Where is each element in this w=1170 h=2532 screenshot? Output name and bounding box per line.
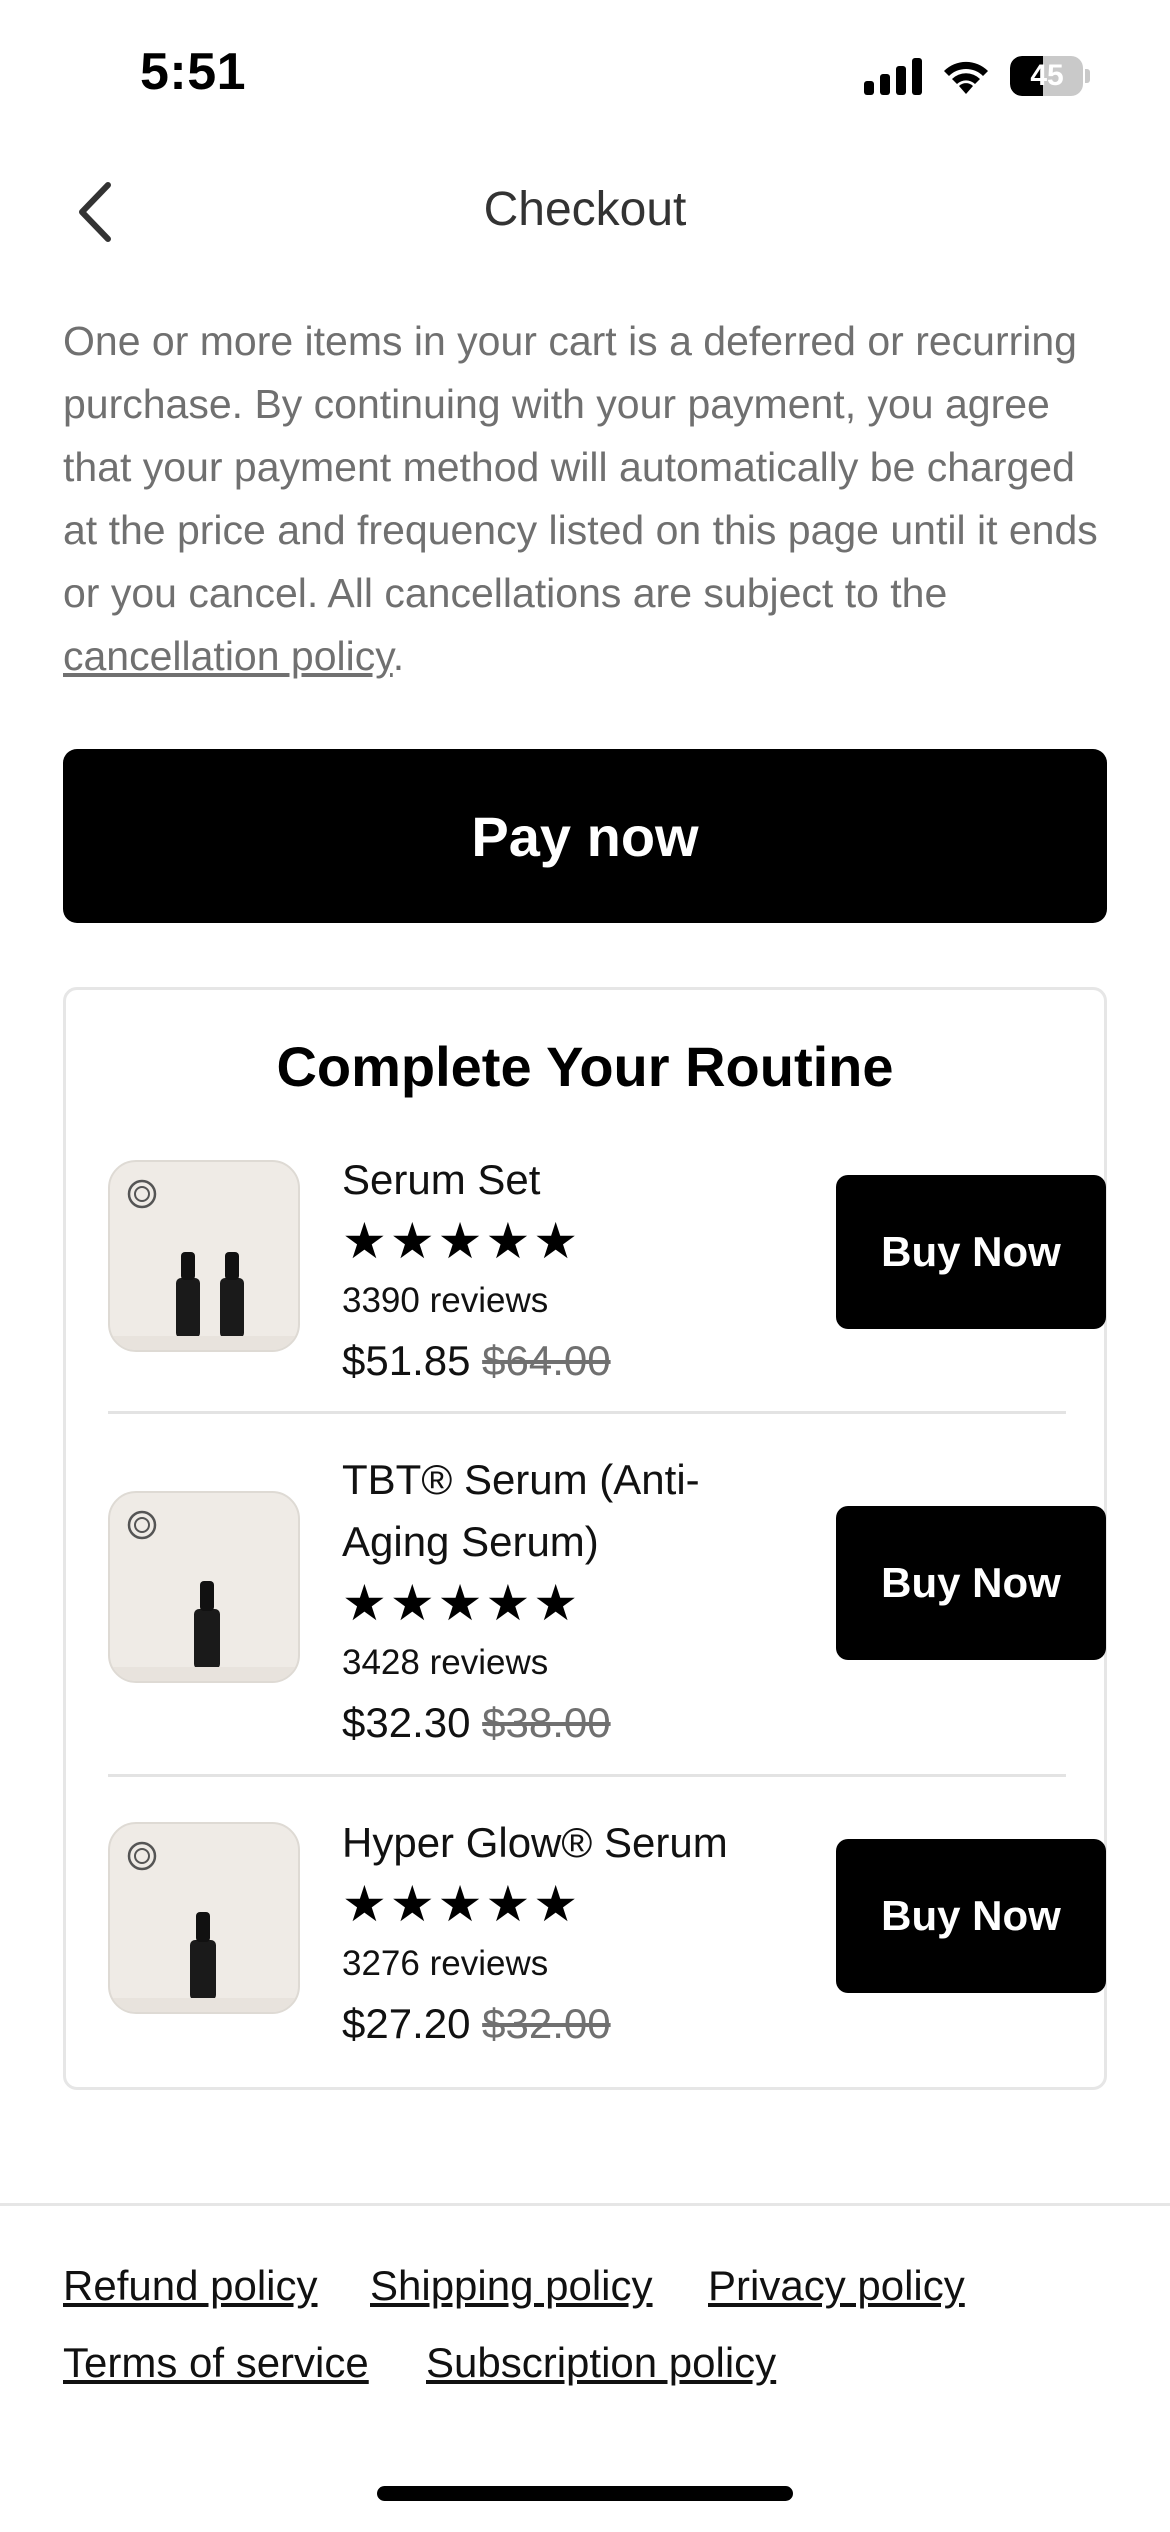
product-row-tbt-serum: TBT® Serum (Anti-Aging Serum) ★★★★★ 3428… (108, 1449, 1106, 1746)
terms-of-service-link[interactable]: Terms of service (63, 2339, 369, 2387)
product-info: Hyper Glow® Serum ★★★★★ 3276 reviews $27… (342, 1812, 762, 2054)
divider (108, 1774, 1066, 1777)
product-row-serum-set: Serum Set ★★★★★ 3390 reviews $51.85 $64.… (108, 1149, 1106, 1384)
price-line: $27.20 $32.00 (342, 1994, 762, 2054)
routine-card: Complete Your Routine Serum Set ★★★★★ 33… (63, 987, 1107, 2090)
refund-policy-link[interactable]: Refund policy (63, 2262, 317, 2310)
buy-now-button[interactable]: Buy Now (836, 1506, 1106, 1660)
review-count: 3390 reviews (342, 1281, 549, 1320)
header: Checkout (0, 160, 1170, 260)
product-name[interactable]: Hyper Glow® Serum (342, 1812, 762, 1874)
status-icons: 45 (864, 56, 1090, 96)
hyper-glow-serum-product-image (110, 1841, 298, 2012)
original-price: $32.00 (482, 2000, 611, 2047)
status-time: 5:51 (140, 43, 247, 101)
sale-price: $32.30 (342, 1699, 471, 1746)
review-count: 3276 reviews (342, 1944, 549, 1983)
star-rating: ★★★★★ (342, 1213, 582, 1269)
sale-price: $51.85 (342, 1337, 471, 1384)
price-line: $51.85 $64.00 (342, 1331, 762, 1391)
footer-divider (0, 2203, 1170, 2206)
product-info: Serum Set ★★★★★ 3390 reviews $51.85 $64.… (342, 1149, 762, 1391)
product-name[interactable]: Serum Set (342, 1149, 762, 1211)
status-bar: 5:51 45 (0, 0, 1170, 150)
product-row-hyper-glow-serum: Hyper Glow® Serum ★★★★★ 3276 reviews $27… (108, 1812, 1106, 2047)
product-image[interactable] (108, 1491, 300, 1683)
recurring-purchase-disclaimer: One or more items in your cart is a defe… (63, 310, 1113, 688)
disclaimer-text: One or more items in your cart is a defe… (63, 318, 1098, 616)
shipping-policy-link[interactable]: Shipping policy (370, 2262, 653, 2310)
original-price: $38.00 (482, 1699, 611, 1746)
divider (108, 1411, 1066, 1414)
serum-set-product-image (110, 1179, 298, 1350)
star-rating: ★★★★★ (342, 1575, 582, 1631)
product-image[interactable] (108, 1822, 300, 2014)
sale-price: $27.20 (342, 2000, 471, 2047)
tbt-serum-product-image (110, 1510, 298, 1681)
battery-level: 45 (1030, 59, 1064, 92)
routine-title: Complete Your Routine (276, 1035, 894, 1098)
product-name[interactable]: TBT® Serum (Anti-Aging Serum) (342, 1449, 762, 1573)
cancellation-policy-link[interactable]: cancellation policy (63, 633, 393, 679)
buy-now-button[interactable]: Buy Now (836, 1175, 1106, 1329)
disclaimer-suffix: . (392, 633, 405, 679)
price-line: $32.30 $38.00 (342, 1693, 762, 1753)
home-indicator[interactable] (377, 2486, 793, 2501)
product-info: TBT® Serum (Anti-Aging Serum) ★★★★★ 3428… (342, 1449, 762, 1753)
subscription-policy-link[interactable]: Subscription policy (426, 2339, 776, 2387)
product-image[interactable] (108, 1160, 300, 1352)
wifi-icon (944, 61, 988, 94)
star-rating: ★★★★★ (342, 1876, 582, 1932)
original-price: $64.00 (482, 1337, 611, 1384)
pay-now-button[interactable]: Pay now (63, 749, 1107, 923)
review-count: 3428 reviews (342, 1643, 549, 1682)
signal-icon (864, 57, 922, 95)
buy-now-button[interactable]: Buy Now (836, 1839, 1106, 1993)
privacy-policy-link[interactable]: Privacy policy (708, 2262, 965, 2310)
page-title: Checkout (483, 183, 687, 236)
battery-icon: 45 (1010, 56, 1090, 96)
